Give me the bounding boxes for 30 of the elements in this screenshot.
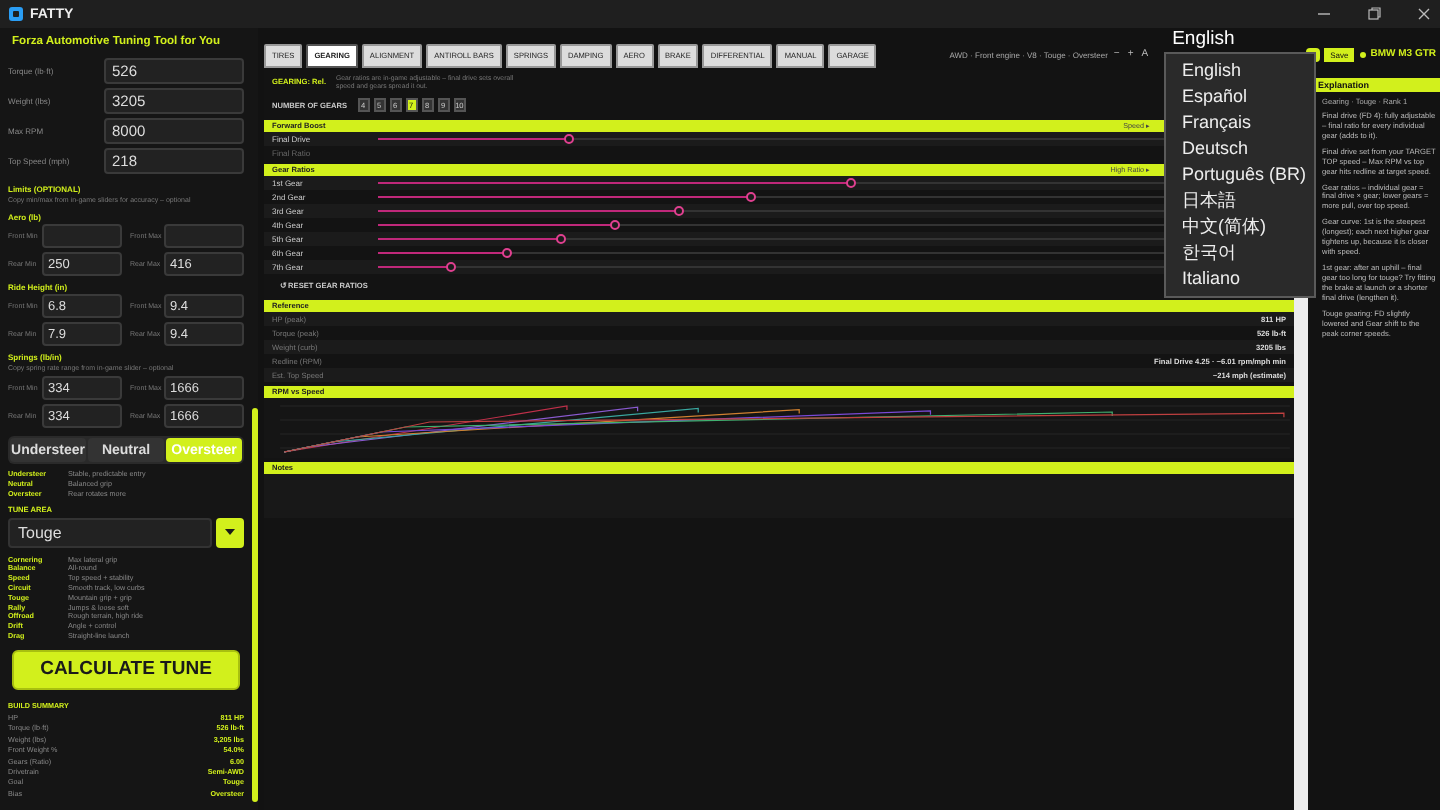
menu-item[interactable]: 中文(简体) — [1166, 214, 1314, 240]
dropdown-button[interactable] — [216, 517, 244, 548]
menu-item[interactable]: Deutsch — [1166, 136, 1314, 162]
menu-item[interactable]: Français — [1166, 110, 1314, 136]
slider-handle[interactable] — [746, 192, 757, 203]
app-logo-icon — [8, 6, 24, 22]
calculate-button[interactable]: CALCULATE TUNE — [12, 649, 240, 690]
slider-handle[interactable] — [446, 262, 457, 273]
menu-item[interactable]: 한국어 — [1166, 240, 1314, 266]
language-select[interactable]: English — [1166, 28, 1297, 50]
maximize-icon[interactable] — [1366, 6, 1382, 22]
slider-handle[interactable] — [610, 220, 621, 231]
menu-item[interactable]: Español — [1166, 84, 1314, 110]
menu-item[interactable]: Português (BR) — [1166, 162, 1314, 188]
tune-area-select[interactable]: Touge — [8, 517, 212, 548]
slider-handle[interactable] — [555, 234, 566, 245]
slider-handle[interactable] — [501, 248, 512, 259]
input-field[interactable] — [164, 224, 244, 248]
menu-item[interactable]: English — [1166, 58, 1314, 84]
slider-handle[interactable] — [673, 206, 684, 217]
slider-handle[interactable] — [564, 134, 575, 145]
status-dot — [1360, 51, 1367, 57]
menu-item[interactable]: Italiano — [1166, 266, 1314, 292]
input-field[interactable] — [42, 224, 122, 248]
caret-icon — [224, 528, 236, 537]
scrollbar-thumb[interactable] — [252, 408, 258, 802]
close-icon[interactable] — [1416, 6, 1432, 22]
notes-field[interactable] — [264, 474, 1294, 518]
menu-item[interactable]: 日本語 — [1166, 188, 1314, 214]
slider-handle[interactable] — [846, 178, 857, 189]
